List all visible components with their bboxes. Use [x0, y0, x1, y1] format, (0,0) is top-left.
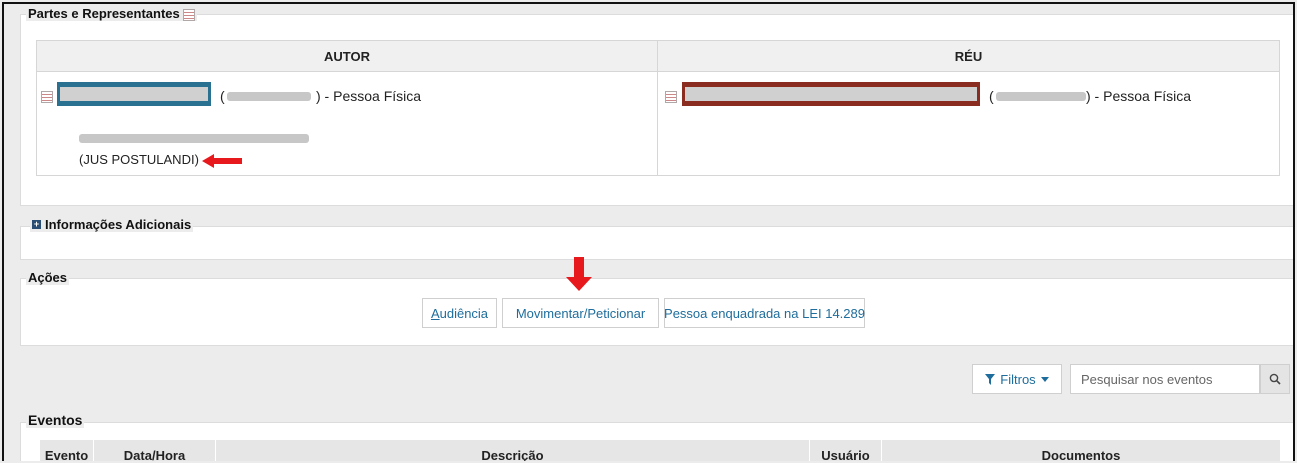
- column-divider: [657, 41, 658, 175]
- col-documentos[interactable]: Documentos: [882, 440, 1280, 462]
- author-doc-open: (: [220, 88, 225, 104]
- defendant-doc-type: ) - Pessoa Física: [1086, 88, 1192, 104]
- movimentar-arrow-icon: [566, 257, 592, 291]
- additional-info-fieldset: [20, 226, 1293, 260]
- defendant-doc-icon[interactable]: [665, 91, 677, 103]
- page-frame: Partes e Representantes AUTOR RÉU ( ) - …: [2, 2, 1295, 461]
- col-usuario[interactable]: Usuário: [810, 440, 882, 461]
- defendant-header: RÉU: [658, 41, 1279, 72]
- col-descricao[interactable]: Descrição: [216, 440, 810, 461]
- actions-legend: Ações: [26, 270, 70, 285]
- col-data-hora[interactable]: Data/Hora: [94, 440, 216, 461]
- col-evento[interactable]: Evento: [40, 440, 94, 461]
- author-doc-redacted: [227, 92, 311, 101]
- author-name-redacted[interactable]: [57, 82, 211, 106]
- caret-down-icon: [1040, 376, 1049, 382]
- additional-info-legend[interactable]: + Informações Adicionais: [30, 217, 194, 232]
- author-doc-type: ) - Pessoa Física: [316, 88, 422, 104]
- events-legend: Eventos: [26, 412, 85, 428]
- author-lawyer-redacted: [79, 134, 309, 143]
- search-events-input[interactable]: [1070, 364, 1260, 394]
- lei-14289-button[interactable]: Pessoa enquadrada na LEI 14.289: [664, 298, 865, 328]
- events-table-header: Evento Data/Hora Descrição Usuário Docum…: [40, 440, 1280, 461]
- parties-legend: Partes e Representantes: [26, 6, 198, 21]
- defendant-name-redacted[interactable]: [682, 82, 980, 106]
- movimentar-peticionar-button[interactable]: Movimentar/Peticionar: [502, 298, 659, 328]
- search-button[interactable]: [1260, 364, 1290, 394]
- filter-icon: [985, 373, 996, 385]
- jus-arrow-icon: [202, 154, 242, 168]
- jus-postulandi-label: (JUS POSTULANDI): [79, 152, 199, 167]
- filters-dropdown[interactable]: Filtros: [972, 364, 1062, 394]
- audiencia-button[interactable]: Audiência: [422, 298, 497, 328]
- author-header: AUTOR: [37, 41, 657, 72]
- parties-table: AUTOR RÉU ( ) - Pessoa Física (JUS POSTU…: [36, 40, 1280, 176]
- defendant-doc-open: (: [989, 88, 994, 104]
- expand-icon[interactable]: +: [32, 220, 41, 229]
- search-icon: [1269, 373, 1281, 385]
- defendant-doc-redacted: [996, 92, 1086, 101]
- author-doc-icon[interactable]: [41, 91, 53, 103]
- parties-list-icon[interactable]: [183, 8, 196, 21]
